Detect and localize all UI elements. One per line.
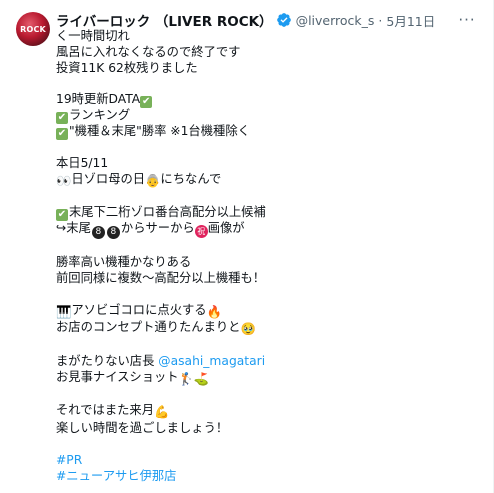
- text-line: お店のコンセプト通りたんまりと🥹: [56, 320, 476, 338]
- fire-emoji-icon: 🔥: [206, 304, 222, 319]
- more-options-icon[interactable]: ···: [457, 10, 477, 30]
- text-segment: 19時更新DATA: [56, 92, 141, 107]
- text-segment: お見事ナイスショット: [56, 369, 179, 384]
- text-segment: にちなんで: [160, 171, 222, 186]
- text-line: 👀日ゾロ母の日👵にちなんで: [56, 172, 476, 190]
- text-line: 前回同様に複数〜高配分以上機種も！: [56, 270, 266, 285]
- text-segment: お店のコンセプト通りたんまりと: [56, 320, 241, 335]
- text-line: お見事ナイスショット🏌⛳: [56, 370, 476, 388]
- congratulations-emoji-icon: 祝: [194, 225, 208, 239]
- header-separator: ·: [378, 12, 383, 28]
- avatar-logo-text: ROCK: [20, 25, 46, 34]
- check-mark-emoji-icon: ✔: [140, 96, 153, 109]
- hashtag-link[interactable]: #PR: [56, 453, 476, 469]
- avatar[interactable]: ROCK: [16, 12, 50, 46]
- text-line: まがたりない店長 @asahi_magatari: [56, 354, 476, 370]
- verified-badge-icon: [276, 13, 291, 27]
- pool-8-ball-emoji-icon: 8: [106, 226, 120, 240]
- keyboard-emoji-icon: 🎹: [56, 304, 72, 319]
- check-mark-emoji-icon: ✔: [56, 112, 68, 125]
- text-line: ✔ ランキング: [56, 108, 476, 125]
- tweet-date[interactable]: 5月11日: [386, 11, 435, 30]
- user-handle[interactable]: @liverrock_s: [296, 13, 375, 28]
- flexed-biceps-emoji-icon: 💪: [154, 405, 170, 420]
- text-line: 風呂に入れなくなるので終了です: [56, 44, 241, 59]
- text-line: ↪末尾 8 8 からサーから祝画像が: [56, 221, 476, 240]
- text-line: ✔ 末尾下二桁ゾロ番台高配分以上候補: [56, 205, 476, 222]
- text-segment: 画像が: [207, 221, 245, 236]
- text-segment: "機種＆末尾"勝率 ※1台機種除く: [69, 124, 250, 139]
- text-line: 🎹アソビゴコロに点火する🔥: [56, 303, 476, 321]
- text-line: 楽しい時間を過ごしましょう！: [56, 421, 229, 436]
- text-line: ✔ "機種＆末尾"勝率 ※1台機種除く: [56, 124, 476, 141]
- eyes-emoji-icon: 👀: [56, 173, 72, 188]
- text-line: それではまた来月💪: [56, 403, 476, 421]
- text-line: 勝率高い機種かなりある: [56, 255, 192, 270]
- text-segment: 末尾下二桁ゾロ番台高配分以上候補: [69, 205, 266, 220]
- text-segment: 日ゾロ母の日: [71, 171, 146, 186]
- check-mark-emoji-icon: ✔: [56, 128, 68, 141]
- text-line: 19時更新DATA ✔: [56, 92, 476, 109]
- tweet-header: ライバーロック （LIVER ROCK） @liverrock_s · 5月11…: [56, 10, 483, 30]
- text-segment: それではまた来月: [56, 403, 155, 418]
- text-line: 投資11K 62枚残りました: [56, 60, 198, 75]
- hashtag-link[interactable]: #ニューアサヒ伊那店: [56, 469, 476, 485]
- golfer-emoji-icon: 🏌: [178, 371, 194, 386]
- text-line: 本日5/11: [56, 155, 109, 170]
- pool-8-ball-emoji-icon: 8: [91, 226, 105, 240]
- text-segment: まがたりない店長: [56, 353, 159, 368]
- check-mark-emoji-icon: ✔: [56, 209, 68, 222]
- pleading-face-emoji-icon: 🥹: [240, 322, 256, 337]
- tweet-text: く一時間切れ 風呂に入れなくなるので終了です 投資11K 62枚残りました 19…: [56, 29, 476, 484]
- text-line: く一時間切れ: [56, 29, 130, 43]
- text-segment: ↪末尾: [56, 221, 91, 236]
- display-name[interactable]: ライバーロック （LIVER ROCK）: [56, 10, 273, 30]
- older-woman-emoji-icon: 👵: [145, 173, 161, 188]
- golf-flag-emoji-icon: ⛳: [193, 371, 210, 386]
- text-segment: アソビゴコロに点火する: [71, 302, 207, 317]
- text-segment: ランキング: [69, 108, 131, 123]
- text-segment: からサーから: [120, 221, 195, 236]
- mention-link[interactable]: @asahi_magatari: [158, 354, 265, 368]
- tweet-card[interactable]: ROCK ライバーロック （LIVER ROCK） @liverrock_s ·…: [0, 0, 494, 493]
